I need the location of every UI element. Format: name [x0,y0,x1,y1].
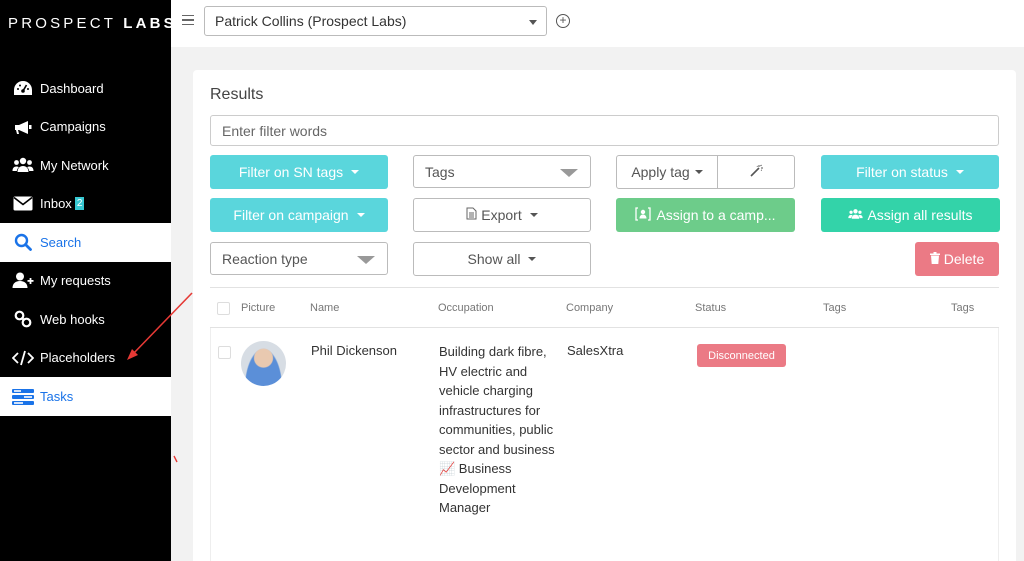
menu-icon[interactable] [182,15,194,25]
account-select-value: Patrick Collins (Prospect Labs) [215,13,407,29]
sidebar: PROSPECT LABS Dashboard Campaigns My Net… [0,0,174,561]
sidebar-item-label: Search [40,234,82,250]
delete-button[interactable]: Delete [915,242,999,276]
sidebar-item-tasks[interactable]: Tasks [0,377,171,416]
tags-select[interactable]: Tags [413,155,591,188]
filter-sn-tags-label: Filter on SN tags [238,164,344,180]
sidebar-item-label: Tasks [40,389,74,405]
assign-campaign-button[interactable]: Assign to a camp... [616,198,795,232]
sidebar-item-campaigns[interactable]: Campaigns [0,108,171,147]
results-card: Results Enter filter words Filter on SN … [193,70,1016,561]
sidebar-item-label: Dashboard [40,80,104,96]
sidebar-item-label: Campaigns [40,119,106,135]
document-icon [466,207,477,223]
assign-user-icon [635,206,652,224]
sidebar-item-my-network[interactable]: My Network [0,146,171,185]
row-checkbox[interactable] [218,346,231,359]
users-icon [12,156,34,174]
search-icon [12,233,34,252]
assign-all-button[interactable]: Assign all results [821,198,1000,232]
avatar [241,341,286,386]
apply-tag-button[interactable]: Apply tag [616,155,718,189]
sidebar-item-web-hooks[interactable]: Web hooks [0,300,171,339]
tasks-icon [12,388,34,406]
column-header-status[interactable]: Status [695,302,726,314]
filter-sn-tags-button[interactable]: Filter on SN tags [210,155,388,189]
caret-down-icon [356,213,365,217]
reaction-type-select[interactable]: Reaction type [210,242,388,275]
sidebar-item-label: Web hooks [40,311,105,327]
magic-wand-icon [749,164,763,181]
chevron-down-icon [560,169,578,177]
column-header-company[interactable]: Company [566,302,613,314]
tags-select-value: Tags [425,163,455,180]
column-header-picture[interactable]: Picture [241,302,275,314]
column-header-name[interactable]: Name [310,302,339,314]
link-icon [12,310,34,328]
filter-input[interactable]: Enter filter words [210,115,999,146]
page-title: Results [210,86,264,103]
sidebar-item-search[interactable]: Search [0,223,171,262]
sidebar-item-label: Inbox [40,196,72,212]
assign-campaign-label: Assign to a camp... [656,207,776,223]
brand-light: PROSPECT [8,15,124,32]
user-plus-icon [12,272,34,290]
sidebar-item-inbox[interactable]: Inbox 2 [0,185,171,224]
add-account-icon[interactable]: + [556,14,570,28]
sidebar-item-label: My Network [40,157,109,173]
code-icon [12,349,34,367]
contact-occupation: Building dark fibre, HV electric and veh… [439,344,555,515]
contact-company: SalesXtra [567,343,624,358]
contact-name[interactable]: Phil Dickenson [311,341,397,361]
filter-status-button[interactable]: Filter on status [821,155,999,189]
megaphone-icon [12,118,34,136]
top-bar: Patrick Collins (Prospect Labs) + [171,0,1024,47]
sidebar-item-label: Placeholders [40,350,116,366]
show-all-label: Show all [467,251,521,267]
caret-down-icon [955,170,964,174]
export-button[interactable]: Export [413,198,591,232]
chevron-down-icon [357,256,375,264]
brand-bold: LABS [123,15,177,32]
sidebar-item-dashboard[interactable]: Dashboard [0,69,171,108]
caret-down-icon [351,170,360,174]
filter-campaign-label: Filter on campaign [233,207,349,223]
brand-logo[interactable]: PROSPECT LABS [8,15,177,32]
filter-status-label: Filter on status [856,164,948,180]
caret-down-icon [529,213,538,217]
assign-all-label: Assign all results [867,207,973,223]
reaction-type-value: Reaction type [222,250,308,267]
sidebar-item-label: My requests [40,273,111,289]
export-label: Export [481,207,522,223]
filter-campaign-button[interactable]: Filter on campaign [210,198,388,232]
envelope-icon [12,195,34,213]
caret-down-icon [694,170,703,174]
account-select[interactable]: Patrick Collins (Prospect Labs) [204,6,547,36]
column-header-tags[interactable]: Tags [823,302,846,314]
status-badge: Disconnected [697,344,786,367]
select-all-checkbox[interactable] [217,302,230,315]
users-icon [848,207,864,223]
sidebar-item-placeholders[interactable]: Placeholders [0,339,171,378]
column-header-occupation[interactable]: Occupation [438,302,494,314]
apply-tag-label: Apply tag [631,164,690,180]
sidebar-item-my-requests[interactable]: My requests [0,262,171,301]
trash-icon [929,251,940,267]
dashboard-icon [12,79,34,97]
chevron-down-icon [529,20,537,25]
table-header: Picture Name Occupation Company Status T… [210,287,999,328]
inbox-count-badge: 2 [74,197,85,211]
show-all-button[interactable]: Show all [413,242,591,276]
column-header-tags-2[interactable]: Tags [951,302,974,314]
table-row[interactable]: Phil Dickenson Building dark fibre, HV e… [210,328,999,561]
sidebar-nav: Dashboard Campaigns My Network Inbox 2 S… [0,69,171,416]
delete-label: Delete [943,251,985,267]
magic-wand-button[interactable] [717,155,795,189]
caret-down-icon [528,257,537,261]
